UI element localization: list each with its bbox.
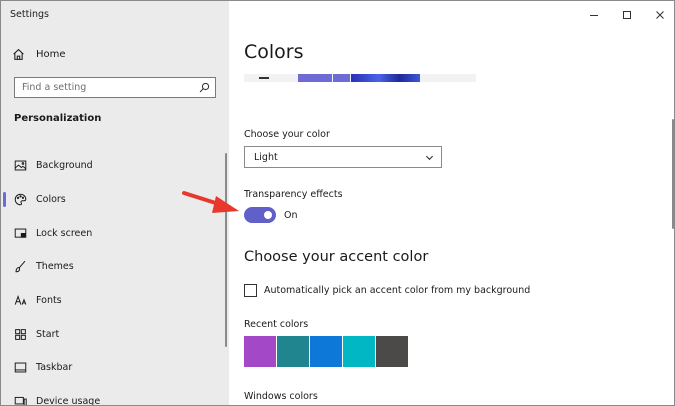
transparency-state: On — [284, 210, 298, 221]
sidebar-item-fonts[interactable]: Fonts — [1, 284, 227, 318]
home-label: Home — [36, 48, 66, 60]
search-icon[interactable] — [199, 82, 210, 93]
main-scrollbar[interactable] — [672, 119, 674, 229]
device-usage-icon — [13, 395, 27, 405]
palette-icon — [13, 193, 27, 207]
preview-wallpaper — [351, 74, 420, 82]
preview-tile — [298, 74, 332, 82]
sidebar-item-label: Taskbar — [36, 362, 73, 374]
settings-window: Settings Home Personalization Background — [0, 0, 675, 406]
minimize-button[interactable] — [577, 1, 610, 29]
sidebar-item-themes[interactable]: Themes — [1, 250, 227, 284]
sidebar-nav: Background Colors Lock screen Themes Fon… — [1, 149, 227, 406]
taskbar-icon — [13, 361, 27, 375]
search-input[interactable] — [22, 82, 192, 93]
transparency-label: Transparency effects — [244, 189, 343, 200]
sidebar-item-label: Colors — [36, 194, 66, 206]
sidebar-item-lock-screen[interactable]: Lock screen — [1, 216, 227, 250]
home-link[interactable]: Home — [12, 45, 212, 63]
sidebar-item-label: Device usage — [36, 396, 101, 406]
close-icon — [655, 11, 664, 19]
chevron-down-icon — [425, 155, 434, 161]
sidebar-item-start[interactable]: Start — [1, 317, 227, 351]
minimize-icon — [589, 15, 598, 16]
recent-colors — [244, 336, 409, 367]
lock-screen-icon — [13, 226, 27, 240]
color-swatch[interactable] — [376, 336, 408, 367]
recent-colors-label: Recent colors — [244, 319, 309, 330]
home-icon — [13, 48, 24, 60]
sidebar-item-label: Lock screen — [36, 227, 93, 239]
brush-icon — [13, 260, 27, 274]
main-panel: Colors Choose your color Light Transpare… — [229, 1, 674, 405]
maximize-button[interactable] — [610, 1, 643, 29]
maximize-icon — [622, 11, 631, 19]
annotation-arrow-icon — [182, 191, 239, 213]
choose-color-dropdown[interactable]: Light — [244, 146, 442, 168]
sidebar-item-taskbar[interactable]: Taskbar — [1, 351, 227, 385]
page-title: Colors — [244, 41, 304, 63]
close-button[interactable] — [643, 1, 674, 29]
accent-heading: Choose your accent color — [244, 249, 429, 265]
auto-accent-checkbox[interactable] — [244, 284, 257, 297]
preview-tile — [333, 74, 350, 82]
sidebar-item-device-usage[interactable]: Device usage — [1, 385, 227, 406]
color-swatch[interactable] — [310, 336, 342, 367]
choose-color-label: Choose your color — [244, 129, 330, 140]
toggle-knob — [264, 211, 272, 219]
sidebar-item-background[interactable]: Background — [1, 149, 227, 183]
sidebar-item-label: Background — [36, 160, 93, 172]
background-icon — [13, 159, 27, 173]
color-swatch[interactable] — [277, 336, 309, 367]
sidebar-scrollbar[interactable] — [225, 153, 227, 347]
transparency-toggle[interactable] — [244, 207, 276, 223]
sidebar-item-label: Fonts — [36, 295, 62, 307]
window-controls — [577, 1, 674, 29]
choose-color-value: Light — [254, 151, 278, 163]
font-icon — [13, 294, 27, 308]
color-swatch[interactable] — [343, 336, 375, 367]
sidebar-item-label: Start — [36, 328, 60, 340]
auto-accent-option[interactable]: Automatically pick an accent color from … — [244, 284, 530, 297]
start-icon — [13, 327, 27, 341]
app-title: Settings — [10, 9, 49, 20]
preview-dash — [259, 77, 269, 79]
sidebar-item-label: Themes — [36, 261, 74, 273]
auto-accent-label: Automatically pick an accent color from … — [264, 285, 531, 296]
section-title: Personalization — [14, 113, 102, 124]
search-box[interactable] — [14, 77, 216, 98]
windows-colors-label: Windows colors — [244, 391, 318, 402]
color-swatch[interactable] — [244, 336, 276, 367]
theme-preview — [244, 74, 476, 82]
